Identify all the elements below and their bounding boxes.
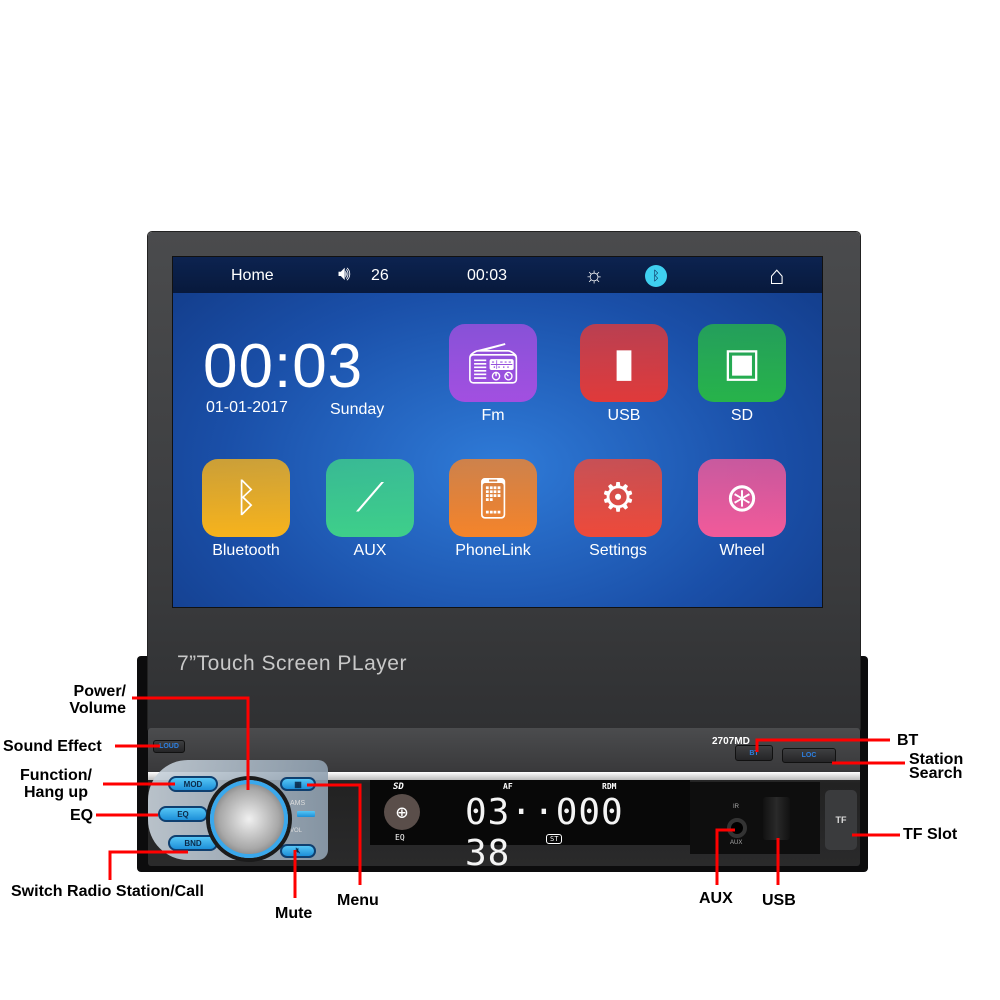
aux-line — [715, 828, 735, 885]
station-search-annotation: Station Search — [909, 751, 964, 782]
tf-slot-annotation: TF Slot — [903, 826, 958, 843]
switch-radio-annotation: Switch Radio Station/Call — [11, 883, 204, 900]
menu-line — [307, 783, 362, 885]
power-volume-line — [132, 696, 250, 790]
bt-annotation: BT — [897, 732, 919, 749]
mute-annotation: Mute — [275, 905, 313, 922]
switch-radio-line — [108, 850, 188, 880]
function-annotation: Function/Hang up — [20, 767, 92, 801]
usb-annotation: USB — [762, 892, 796, 909]
aux-annotation: AUX — [699, 890, 733, 907]
menu-annotation: Menu — [337, 892, 379, 909]
annotation-lines — [96, 696, 905, 898]
eq-annotation: EQ — [70, 807, 94, 824]
bt-line — [755, 738, 890, 752]
sound-effect-annotation: Sound Effect — [3, 738, 102, 755]
power-volume-annotation: Power/Volume — [69, 683, 126, 717]
